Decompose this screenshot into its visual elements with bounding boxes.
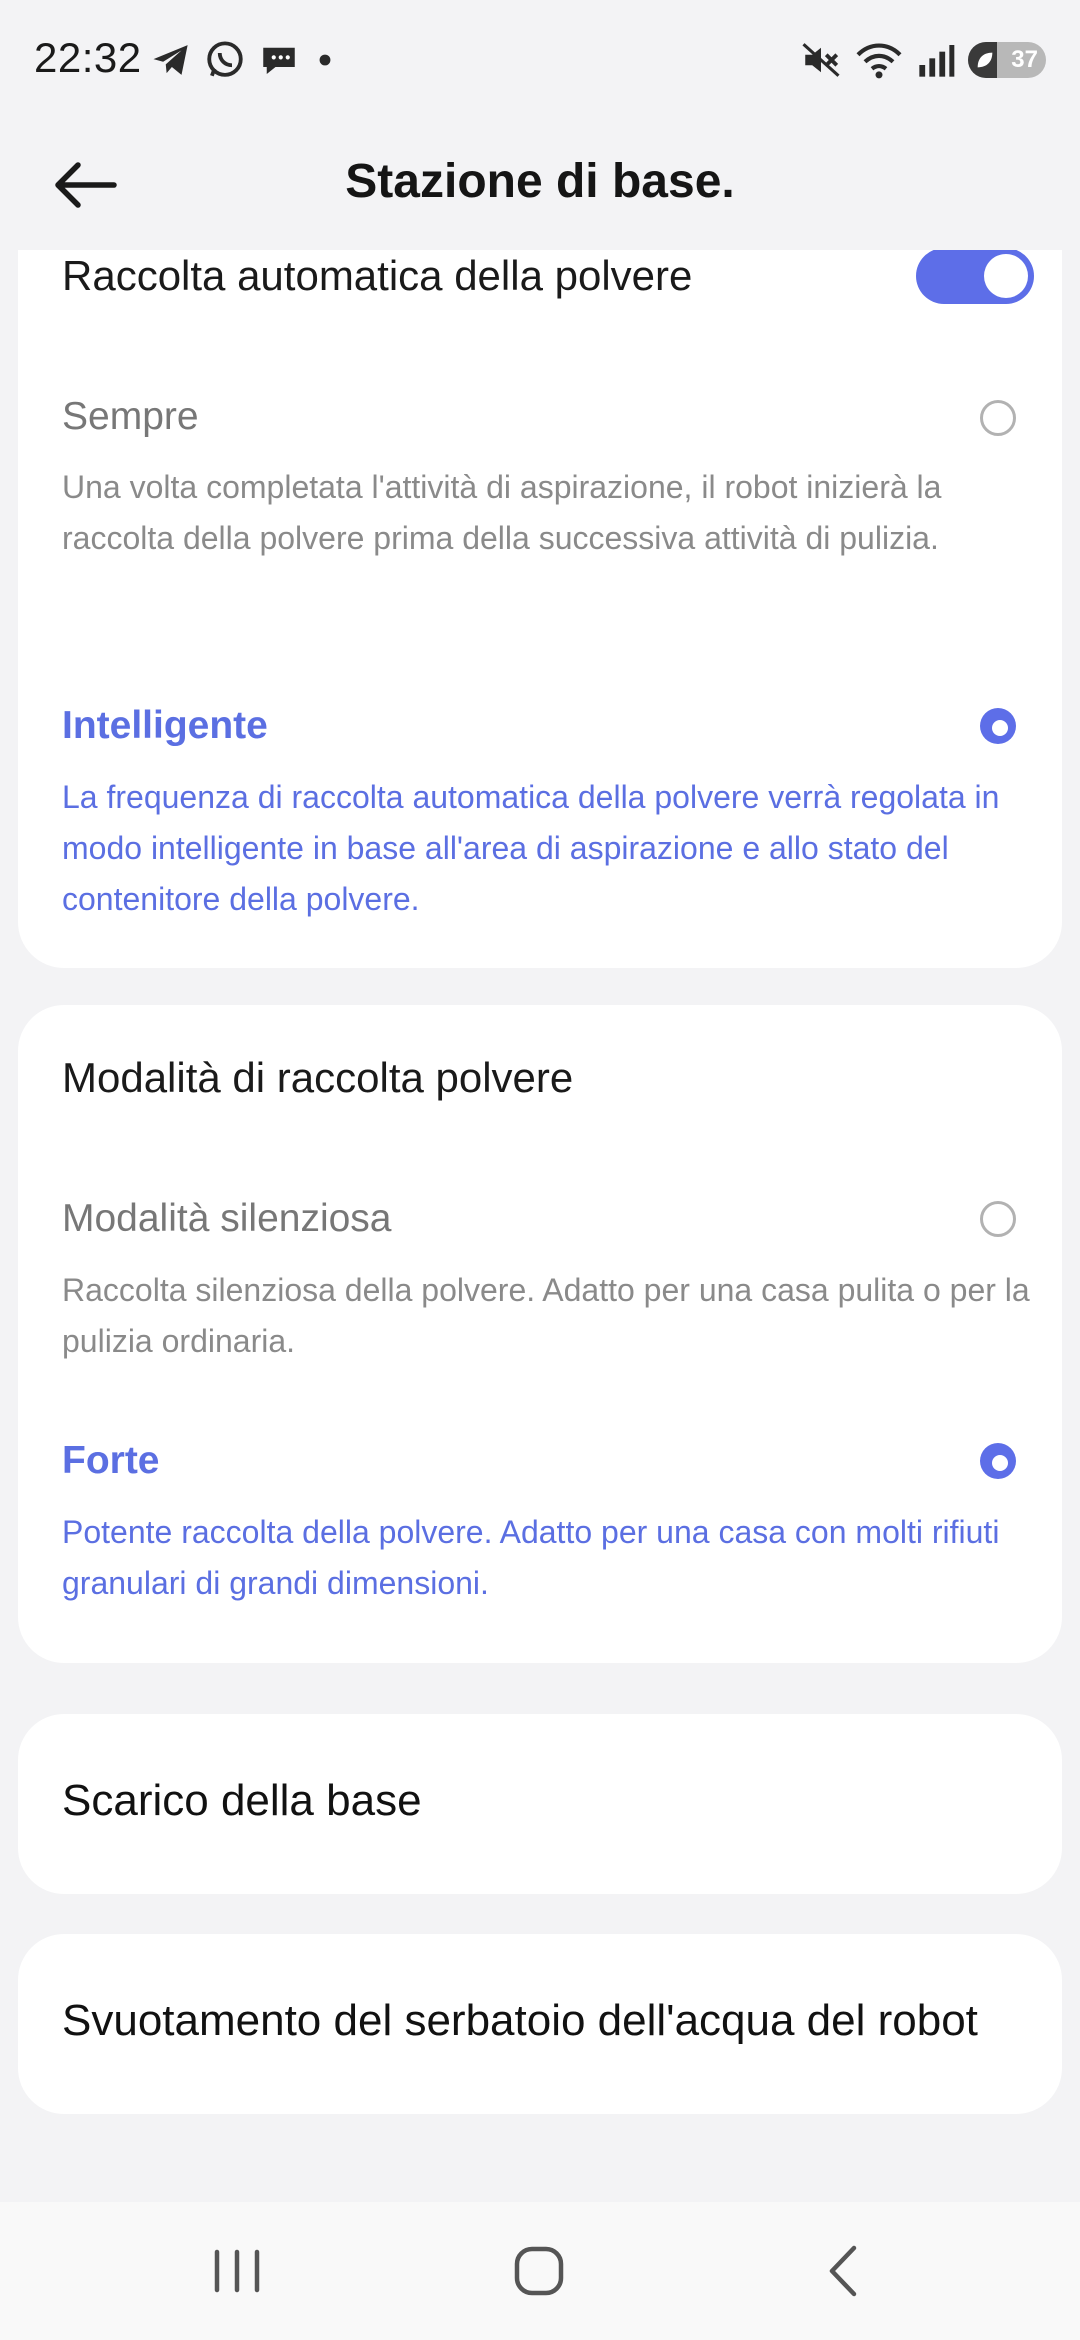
battery-indicator: 37 [968, 42, 1046, 78]
status-bar: 22:32 37 [0, 0, 1080, 120]
option-silenziosa-label: Modalità silenziosa [62, 1197, 392, 1240]
dust-mode-title: Modalità di raccolta polvere [62, 1054, 574, 1101]
base-drain-item[interactable]: Scarico della base [18, 1714, 1062, 1894]
navigation-bar [0, 2202, 1080, 2340]
battery-level: 37 [1011, 46, 1038, 73]
option-sempre-label: Sempre [62, 395, 199, 438]
back-icon [829, 2245, 857, 2297]
mute-icon [802, 43, 840, 77]
option-sempre-radio[interactable] [980, 400, 1016, 436]
option-sempre-description: Una volta completata l'attività di aspir… [62, 469, 942, 556]
recent-apps-button[interactable] [192, 2236, 282, 2306]
option-intelligente-label: Intelligente [62, 704, 268, 747]
whatsapp-icon [207, 41, 243, 77]
recent-apps-icon [214, 2249, 260, 2293]
home-icon [514, 2246, 564, 2296]
telegram-icon [153, 45, 188, 75]
option-intelligente-radio[interactable] [980, 708, 1016, 744]
option-silenziosa-radio[interactable] [980, 1201, 1016, 1237]
leaf-icon [977, 52, 993, 68]
auto-dust-card: Raccolta automatica della polvere Sempre… [18, 250, 1062, 968]
status-time: 22:32 [34, 34, 142, 81]
wifi-icon [856, 43, 902, 79]
dust-mode-card: Modalità di raccolta polvere Modalità si… [18, 1005, 1062, 1663]
signal-icon [919, 45, 955, 77]
option-forte-radio[interactable] [980, 1443, 1016, 1479]
dot-icon [319, 54, 331, 66]
auto-dust-title: Raccolta automatica della polvere [62, 252, 693, 299]
page-title: Stazione di base. [345, 155, 735, 208]
robot-tank-label: Svuotamento del serbatoio dell'acqua del… [62, 1996, 978, 2045]
auto-dust-toggle[interactable] [916, 250, 1034, 304]
settings-scroll[interactable]: Raccolta automatica della polvere Sempre… [0, 250, 1080, 2200]
home-button[interactable] [494, 2236, 584, 2306]
screen: 22:32 37 Stazione di base. Raccolta auto… [0, 0, 1080, 2340]
chat-bubble-icon [263, 47, 295, 74]
base-drain-label: Scarico della base [62, 1776, 422, 1825]
system-back-button[interactable] [798, 2236, 888, 2306]
notification-icons [150, 36, 338, 84]
robot-tank-item[interactable]: Svuotamento del serbatoio dell'acqua del… [18, 1934, 1062, 2114]
option-silenziosa-description: Raccolta silenziosa della polvere. Adatt… [62, 1272, 1030, 1359]
option-intelligente-description: La frequenza di raccolta automatica dell… [62, 779, 1000, 917]
header: Stazione di base. [0, 120, 1080, 250]
toggle-knob [984, 254, 1028, 298]
option-forte-description: Potente raccolta della polvere. Adatto p… [62, 1514, 1000, 1601]
option-forte-label: Forte [62, 1439, 160, 1482]
system-icons: 37 [800, 36, 1046, 84]
